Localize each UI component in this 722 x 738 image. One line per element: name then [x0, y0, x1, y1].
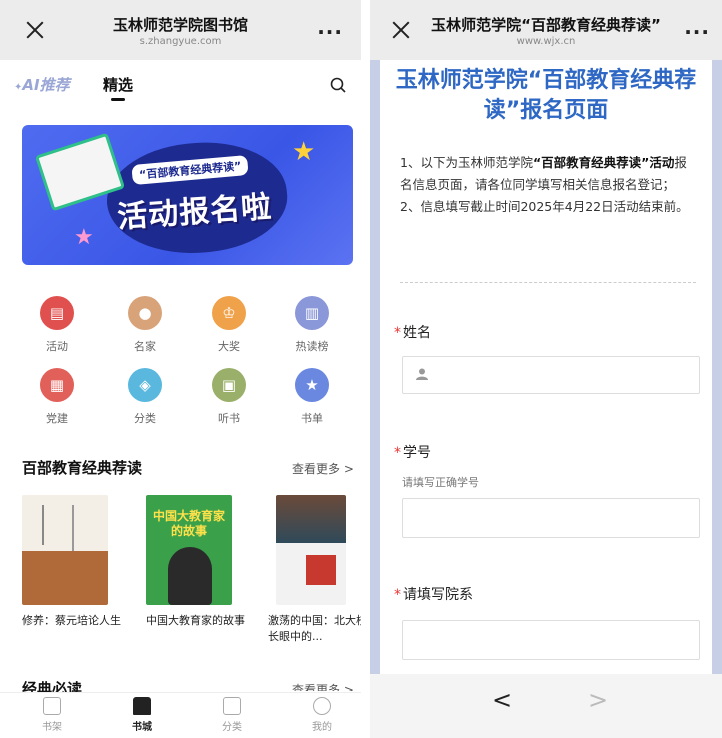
page-title: 玉林师范学院图书馆 [112, 16, 248, 34]
icon-item-booklist[interactable]: ★ 书单 [277, 368, 347, 426]
nav-profile[interactable]: 我的 [292, 697, 352, 733]
activity-banner[interactable]: ★ ★ “百部教育经典荐读” 活动报名啦 [22, 125, 353, 265]
panel-divider [361, 0, 370, 738]
nav-label: 书城 [132, 722, 152, 733]
department-input[interactable] [402, 620, 700, 660]
field-hint: 请填写正确学号 [402, 476, 479, 489]
section-title: 百部教育经典荐读 [22, 459, 143, 477]
activity-icon: ▤ [40, 296, 74, 330]
nav-category[interactable]: 分类 [202, 697, 262, 733]
icon-label: 党建 [46, 412, 68, 425]
form-heading: 玉林师范学院“百部教育经典荐读”报名页面 [395, 68, 697, 123]
icon-label: 分类 [134, 412, 156, 425]
icon-label: 大奖 [218, 340, 240, 353]
intro-paragraph-2: 2、信息填写截止时间2025年4月22日活动结束前。 [400, 199, 689, 214]
browser-nav-bar: < > [370, 674, 722, 738]
more-menu-icon[interactable]: ... [684, 17, 710, 37]
user-icon [313, 697, 331, 715]
tab-featured[interactable]: 精选 [103, 74, 133, 95]
audiobook-icon: ▣ [212, 368, 246, 402]
home-icon [133, 697, 151, 715]
search-icon[interactable] [330, 77, 346, 93]
form-intro: 1、以下为玉林师范学院“百部教育经典荐读”活动报名信息页面，请各位同学填写相关信… [400, 152, 696, 218]
intro-paragraph-1: 1、以下为玉林师范学院“百部教育经典荐读”活动报名信息页面，请各位同学填写相关信… [400, 152, 696, 196]
tab-indicator [111, 98, 125, 101]
intro-text: 1、以下为玉林师范学院 [400, 155, 533, 170]
book-card[interactable]: 修养：蔡元培论人生 [22, 495, 122, 645]
icon-item-hot-list[interactable]: ▥ 热读榜 [277, 296, 347, 354]
book-cover [276, 495, 346, 605]
field-label-student-id: * 学号 [394, 442, 431, 462]
forward-arrow-icon[interactable]: > [588, 686, 608, 714]
icon-label: 热读榜 [295, 340, 329, 353]
nav-bookstore[interactable]: 书城 [112, 697, 172, 733]
booklist-icon: ★ [295, 368, 329, 402]
building-icon: ▦ [40, 368, 74, 402]
book-title: 修养：蔡元培论人生 [22, 614, 121, 627]
ranking-icon: ▥ [295, 296, 329, 330]
left-title-bar: 玉林师范学院图书馆 s.zhangyue.com ... [0, 0, 361, 60]
more-menu-icon[interactable]: ... [317, 17, 343, 37]
close-icon[interactable] [390, 19, 412, 41]
book-card[interactable]: 中国大教育家的故事 中国大教育家的故事 [146, 495, 246, 645]
book-cover: 中国大教育家的故事 [146, 495, 232, 605]
section-title: 经典必读 [22, 680, 83, 692]
nav-label: 我的 [312, 722, 332, 733]
required-mark: * [394, 325, 401, 341]
divider-line [400, 282, 696, 283]
nav-label: 分类 [222, 722, 242, 733]
grid-icon [223, 697, 241, 715]
bookshelf-icon [43, 697, 61, 715]
field-label-text: 学号 [403, 445, 431, 461]
icon-item-award[interactable]: ♔ 大奖 [194, 296, 264, 354]
person-icon: ● [128, 296, 162, 330]
icon-item-famous[interactable]: ● 名家 [110, 296, 180, 354]
form-card: 玉林师范学院“百部教育经典荐读”报名页面 1、以下为玉林师范学院“百部教育经典荐… [380, 60, 712, 674]
star-icon: ★ [74, 225, 94, 250]
back-arrow-icon[interactable]: < [492, 686, 512, 714]
book-card[interactable]: 激荡的中国：北大校长眼中的... [268, 495, 361, 645]
field-label-text: 请填写院系 [403, 587, 473, 603]
bottom-nav: 书架 书城 分类 我的 [0, 692, 361, 738]
see-more-link[interactable]: 查看更多 > [292, 460, 354, 477]
icon-item-category[interactable]: ◈ 分类 [110, 368, 180, 426]
required-mark: * [394, 587, 401, 603]
page-title: 玉林师范学院“百部教育经典荐读” [431, 16, 661, 34]
required-mark: * [394, 445, 401, 461]
nav-label: 书架 [42, 722, 62, 733]
ai-recommend-tab[interactable]: ✦AI推荐 [14, 74, 70, 95]
form-page: 玉林师范学院“百部教育经典荐读”报名页面 1、以下为玉林师范学院“百部教育经典荐… [370, 60, 722, 674]
field-label-department: * 请填写院系 [394, 584, 473, 604]
nav-bookshelf[interactable]: 书架 [22, 697, 82, 733]
icon-item-audiobook[interactable]: ▣ 听书 [194, 368, 264, 426]
icon-label: 名家 [134, 340, 156, 353]
user-icon [416, 368, 428, 380]
page-url: www.wjx.cn [516, 36, 576, 47]
library-app-panel: 玉林师范学院图书馆 s.zhangyue.com ... ✦AI推荐 精选 ★ … [0, 0, 361, 738]
registration-form-panel: 玉林师范学院“百部教育经典荐读” www.wjx.cn ... 玉林师范学院“百… [370, 0, 722, 738]
field-label-name: * 姓名 [394, 322, 431, 342]
tabs-row: ✦AI推荐 精选 [0, 60, 361, 110]
close-icon[interactable] [24, 19, 46, 41]
icon-label: 书单 [301, 412, 323, 425]
book-cover [22, 495, 108, 605]
cover-text: 中国大教育家的故事 [152, 509, 225, 538]
student-id-input[interactable] [402, 498, 700, 538]
icon-item-activity[interactable]: ▤ 活动 [22, 296, 92, 354]
icon-label: 活动 [46, 340, 68, 353]
icon-label: 听书 [218, 412, 240, 425]
right-title-bar: 玉林师范学院“百部教育经典荐读” www.wjx.cn ... [370, 0, 722, 60]
trophy-icon: ♔ [212, 296, 246, 330]
book-title: 中国大教育家的故事 [146, 614, 245, 627]
book-title: 激荡的中国：北大校长眼中的... [268, 614, 361, 643]
intro-bold-text: “百部教育经典荐读”活动 [532, 155, 675, 170]
icon-item-party[interactable]: ▦ 党建 [22, 368, 92, 426]
page-url: s.zhangyue.com [139, 36, 222, 47]
field-label-text: 姓名 [403, 325, 431, 341]
star-icon: ★ [292, 137, 316, 167]
name-input[interactable] [402, 356, 700, 394]
layers-icon: ◈ [128, 368, 162, 402]
ai-recommend-label: AI推荐 [22, 76, 70, 94]
see-more-link[interactable]: 查看更多 > [292, 681, 354, 691]
